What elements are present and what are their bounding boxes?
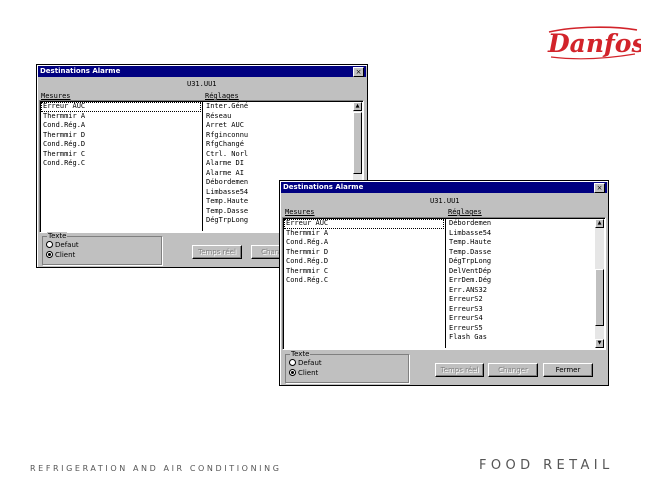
title-bar: Destinations Alarme ×	[38, 66, 366, 77]
column-divider	[202, 102, 203, 231]
dialog-title: Destinations Alarme	[40, 67, 121, 75]
list-item[interactable]: Inter.Géné	[204, 102, 350, 112]
list-item[interactable]: Flash Gas	[447, 333, 592, 343]
alarm-destinations-dialog-front: Destinations Alarme × U31.UU1 Mesures Ré…	[279, 180, 609, 386]
list-item[interactable]: Temp.Haute	[447, 238, 592, 248]
list-item[interactable]: DelVentDép	[447, 267, 592, 277]
list-item[interactable]: Thermmir A	[284, 229, 444, 239]
list-item[interactable]: ErreurS2	[447, 295, 592, 305]
column-divider	[445, 219, 446, 348]
radio-circle-selected-icon	[46, 250, 53, 258]
group-label: Texte	[47, 232, 68, 241]
radio-circle-selected-icon	[289, 368, 296, 376]
mesures-list[interactable]: Erreur AUC Thermmir A Cond.Rég.A Thermmi…	[284, 219, 444, 348]
footer-tagline: REFRIGERATION AND AIR CONDITIONING	[30, 464, 282, 473]
list-item[interactable]: RfgChangé	[204, 140, 350, 150]
list-item[interactable]: Réseau	[204, 112, 350, 122]
group-label: Texte	[290, 350, 311, 359]
column-header-mesures: Mesures	[41, 92, 71, 100]
text-groupbox: Texte Defaut Client	[285, 350, 409, 383]
radio-label: Defaut	[298, 359, 322, 367]
close-icon: ×	[355, 68, 362, 76]
scroll-up-arrow-icon[interactable]: ▲	[353, 102, 362, 111]
list-item[interactable]: DégTrpLong	[447, 257, 592, 267]
list-item[interactable]: Cond.Rég.A	[41, 121, 201, 131]
list-item[interactable]: Thermmir A	[41, 112, 201, 122]
list-item[interactable]: Thermmir D	[284, 248, 444, 258]
close-icon: ×	[596, 184, 603, 192]
alarm-list[interactable]: Erreur AUC Thermmir A Cond.Rég.A Thermmi…	[282, 217, 606, 350]
list-item[interactable]: Ctrl. Norl	[204, 150, 350, 160]
list-item[interactable]: Thermmir C	[41, 150, 201, 160]
radio-label: Client	[298, 369, 319, 377]
close-button[interactable]: ×	[594, 183, 605, 193]
list-item[interactable]: Thermmir C	[284, 267, 444, 277]
device-id: U31.UU1	[187, 80, 217, 88]
list-item[interactable]: Cond.Rég.C	[41, 159, 201, 169]
column-header-reglages: Réglages	[205, 92, 239, 100]
danfoss-logo-text: Danfoss	[547, 29, 641, 58]
device-id: U31.UU1	[430, 197, 460, 205]
radio-default[interactable]: Defaut	[46, 240, 79, 250]
column-header-reglages: Réglages	[448, 208, 482, 216]
list-item[interactable]: Alarme AI	[204, 169, 350, 179]
temps-reel-button[interactable]: Temps réel	[435, 363, 484, 377]
list-item[interactable]: Rfginconnu	[204, 131, 350, 141]
fermer-button[interactable]: Fermer	[543, 363, 593, 377]
close-button[interactable]: ×	[353, 67, 364, 77]
list-item[interactable]: Cond.Rég.D	[284, 257, 444, 267]
radio-default[interactable]: Defaut	[289, 358, 322, 368]
list-item[interactable]: Arret AUC	[204, 121, 350, 131]
radio-client[interactable]: Client	[46, 250, 76, 260]
dialog-title: Destinations Alarme	[283, 183, 364, 191]
list-item[interactable]: Cond.Rég.A	[284, 238, 444, 248]
list-item[interactable]: Débordemen	[447, 219, 592, 229]
danfoss-logo: Danfoss	[547, 26, 641, 60]
scroll-thumb[interactable]	[353, 112, 362, 174]
scroll-up-arrow-icon[interactable]: ▲	[595, 219, 604, 228]
reglages-list[interactable]: Débordemen Limbasse54 Temp.Haute Temp.Da…	[447, 219, 592, 348]
list-item[interactable]: ErreurS3	[447, 305, 592, 315]
radio-circle-icon	[289, 358, 296, 366]
list-item[interactable]: Temp.Dasse	[447, 248, 592, 258]
radio-label: Client	[55, 251, 76, 259]
list-item[interactable]: Erreur AUC	[41, 102, 201, 112]
list-item[interactable]: ErreurS4	[447, 314, 592, 324]
text-groupbox: Texte Defaut Client	[42, 232, 162, 265]
list-item[interactable]: Limbasse54	[447, 229, 592, 239]
radio-client[interactable]: Client	[289, 368, 319, 378]
list-item[interactable]: Alarme DI	[204, 159, 350, 169]
list-item[interactable]: ErreurS5	[447, 324, 592, 334]
scroll-thumb[interactable]	[595, 269, 604, 326]
footer-division: FOOD RETAIL	[479, 458, 614, 473]
scroll-down-arrow-icon[interactable]: ▼	[595, 339, 604, 348]
changer-button[interactable]: Changer	[488, 363, 538, 377]
list-item[interactable]: Thermmir D	[41, 131, 201, 141]
list-item[interactable]: Cond.Rég.D	[41, 140, 201, 150]
list-item[interactable]: ErrDem.Dég	[447, 276, 592, 286]
list-item[interactable]: Cond.Rég.C	[284, 276, 444, 286]
list-item[interactable]: Erreur AUC	[284, 219, 444, 229]
vertical-scrollbar[interactable]: ▲ ▼	[595, 219, 604, 348]
radio-label: Defaut	[55, 241, 79, 249]
radio-circle-icon	[46, 240, 53, 248]
column-header-mesures: Mesures	[285, 208, 315, 216]
temps-reel-button[interactable]: Temps réel	[192, 245, 242, 259]
mesures-list[interactable]: Erreur AUC Thermmir A Cond.Rég.A Thermmi…	[41, 102, 201, 231]
title-bar: Destinations Alarme ×	[281, 182, 607, 193]
list-item[interactable]: Err.ANS32	[447, 286, 592, 296]
